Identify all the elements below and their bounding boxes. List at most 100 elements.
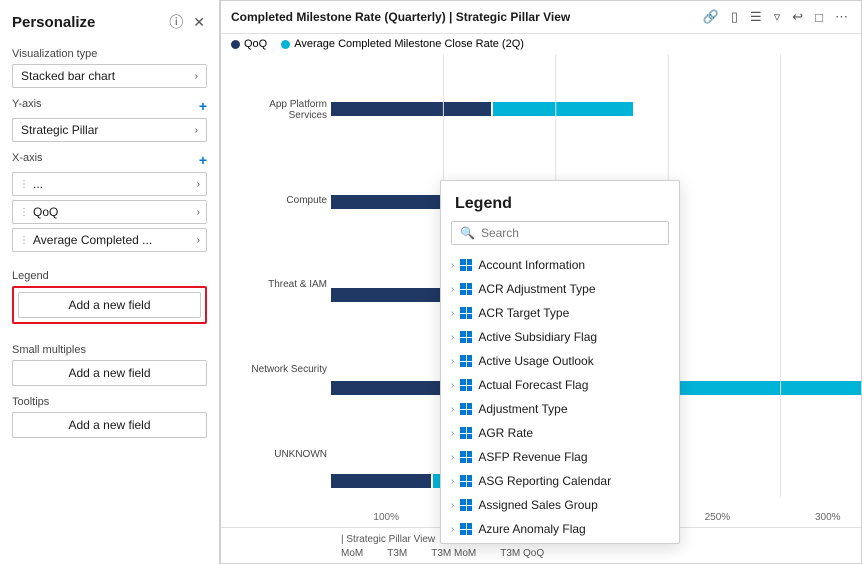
x-label-5: 300%	[815, 512, 841, 523]
small-multiples-section: Small multiples Add a new field	[12, 344, 207, 386]
x-axis-field-1-text: ...	[33, 177, 197, 191]
list-item-azure-anomaly-flag[interactable]: › Azure Anomaly Flag	[441, 517, 679, 541]
expand-arrow-icon: ›	[451, 284, 454, 295]
x-axis-field-3-text: Average Completed ...	[33, 233, 197, 247]
bottom-chart-tabs: MoM T3M T3M MoM T3M QoQ	[341, 548, 851, 559]
table-icon	[460, 499, 472, 511]
list-item-asg-reporting-calendar[interactable]: › ASG Reporting Calendar	[441, 469, 679, 493]
viz-type-section: Visualization type Stacked bar chart ›	[12, 48, 207, 88]
y-axis-add-btn[interactable]: +	[199, 98, 207, 114]
tab-t3m-mom[interactable]: T3M MoM	[431, 548, 476, 559]
tooltips-section: Tooltips Add a new field	[12, 396, 207, 438]
expand-icon[interactable]: □	[812, 8, 826, 27]
list-item-label: ASFP Revenue Flag	[478, 450, 587, 464]
more-icon[interactable]: ⋯	[832, 7, 851, 27]
x-axis-field-2[interactable]: ⋮ QoQ ›	[12, 200, 207, 224]
list-item-acr-adjustment-type[interactable]: › ACR Adjustment Type	[441, 277, 679, 301]
x-label-4: 250%	[705, 512, 731, 523]
bar-dark-5	[331, 474, 431, 488]
share-icon[interactable]: 🔗	[700, 7, 722, 27]
list-item-assigned-sales-group[interactable]: › Assigned Sales Group	[441, 493, 679, 517]
dots-icon: ⋮	[19, 207, 29, 218]
search-icon: 🔍	[460, 226, 475, 240]
avg-dot	[281, 40, 290, 49]
legend-search-input[interactable]	[481, 226, 660, 240]
y-axis-value: Strategic Pillar	[21, 123, 98, 137]
list-item-active-usage-outlook[interactable]: › Active Usage Outlook	[441, 349, 679, 373]
y-label-2: Compute	[229, 195, 327, 206]
chart-legend: QoQ Average Completed Milestone Close Ra…	[221, 34, 861, 54]
legend-item-avg: Average Completed Milestone Close Rate (…	[281, 38, 524, 50]
expand-arrow-icon: ›	[451, 380, 454, 391]
copy-icon[interactable]: ▯	[728, 7, 741, 27]
bar-row-1	[331, 100, 861, 118]
x-axis-field-3-chevron-icon: ›	[197, 235, 200, 246]
list-item-label: Azure Anomaly Flag	[478, 522, 585, 536]
undo-icon[interactable]: ↩	[789, 7, 806, 27]
x-label-1: 100%	[373, 512, 399, 523]
bar-dark-1	[331, 102, 491, 116]
table-icon	[460, 331, 472, 343]
x-axis-field-2-chevron-icon: ›	[197, 207, 200, 218]
viz-type-dropdown[interactable]: Stacked bar chart ›	[12, 64, 207, 88]
x-axis-section: X-axis + ⋮ ... › ⋮ QoQ › ⋮ Average Compl…	[12, 152, 207, 256]
panel-title: Personalize	[12, 14, 95, 31]
avg-label: Average Completed Milestone Close Rate (…	[294, 38, 524, 50]
y-axis-dropdown[interactable]: Strategic Pillar ›	[12, 118, 207, 142]
y-axis-section: Y-axis + Strategic Pillar ›	[12, 98, 207, 142]
list-item-agr-rate[interactable]: › AGR Rate	[441, 421, 679, 445]
tab-t3m-qoq[interactable]: T3M QoQ	[500, 548, 544, 559]
list-item-label: ASG Reporting Calendar	[478, 474, 611, 488]
tab-t3m[interactable]: T3M	[387, 548, 407, 559]
bar-dark-2	[331, 195, 451, 209]
legend-item-qoq: QoQ	[231, 38, 267, 50]
table-icon	[460, 523, 472, 535]
legend-add-field-btn[interactable]: Add a new field	[18, 292, 201, 318]
y-axis-header: Y-axis +	[12, 98, 207, 114]
tooltips-add-btn[interactable]: Add a new field	[12, 412, 207, 438]
table-icon	[460, 475, 472, 487]
legend-highlighted-box: Add a new field	[12, 286, 207, 324]
list-item-adjustment-type[interactable]: › Adjustment Type	[441, 397, 679, 421]
x-axis-field-1-chevron-icon: ›	[197, 179, 200, 190]
expand-arrow-icon: ›	[451, 260, 454, 271]
help-icon[interactable]: ⓘ	[167, 10, 185, 34]
x-axis-field-3[interactable]: ⋮ Average Completed ... ›	[12, 228, 207, 252]
expand-arrow-icon: ›	[451, 452, 454, 463]
table-icon	[460, 283, 472, 295]
table-icon	[460, 403, 472, 415]
small-multiples-label: Small multiples	[12, 344, 207, 356]
close-icon[interactable]: ✕	[191, 12, 207, 33]
dots-icon: ⋮	[19, 235, 29, 246]
table-icon	[460, 427, 472, 439]
dots-icon: ⋮	[19, 179, 29, 190]
list-item-asfp-revenue-flag[interactable]: › ASFP Revenue Flag	[441, 445, 679, 469]
small-multiples-add-btn[interactable]: Add a new field	[12, 360, 207, 386]
chart-y-labels: App Platform Services Compute Threat & I…	[221, 54, 331, 527]
list-item-label: Adjustment Type	[478, 402, 567, 416]
list-item-label: Active Usage Outlook	[478, 354, 593, 368]
list-item-acr-target-type[interactable]: › ACR Target Type	[441, 301, 679, 325]
y-label-5: UNKNOWN	[229, 449, 327, 460]
table-icon	[460, 379, 472, 391]
filter-icon[interactable]: ▿	[771, 7, 784, 27]
table-icon	[460, 307, 472, 319]
x-axis-add-btn[interactable]: +	[199, 152, 207, 168]
expand-arrow-icon: ›	[451, 476, 454, 487]
list-item-account-information[interactable]: › Account Information	[441, 253, 679, 277]
list-item-label: Account Information	[478, 258, 585, 272]
list-item-actual-forecast-flag[interactable]: › Actual Forecast Flag	[441, 373, 679, 397]
list-item-active-subsidiary-flag[interactable]: › Active Subsidiary Flag	[441, 325, 679, 349]
x-axis-field-1[interactable]: ⋮ ... ›	[12, 172, 207, 196]
legend-search-box[interactable]: 🔍	[451, 221, 669, 245]
personalize-panel: Personalize ⓘ ✕ Visualization type Stack…	[0, 0, 220, 564]
expand-arrow-icon: ›	[451, 308, 454, 319]
viz-type-chevron-icon: ›	[195, 71, 198, 82]
chart-toolbar: 🔗 ▯ ☰ ▿ ↩ □ ⋯	[700, 7, 851, 27]
qoq-dot	[231, 40, 240, 49]
list-item-label: ACR Adjustment Type	[478, 282, 595, 296]
tab-mom[interactable]: MoM	[341, 548, 363, 559]
bar-light-1	[493, 102, 633, 116]
list-icon[interactable]: ☰	[747, 7, 765, 27]
chart-title: Completed Milestone Rate (Quarterly) | S…	[231, 10, 570, 24]
